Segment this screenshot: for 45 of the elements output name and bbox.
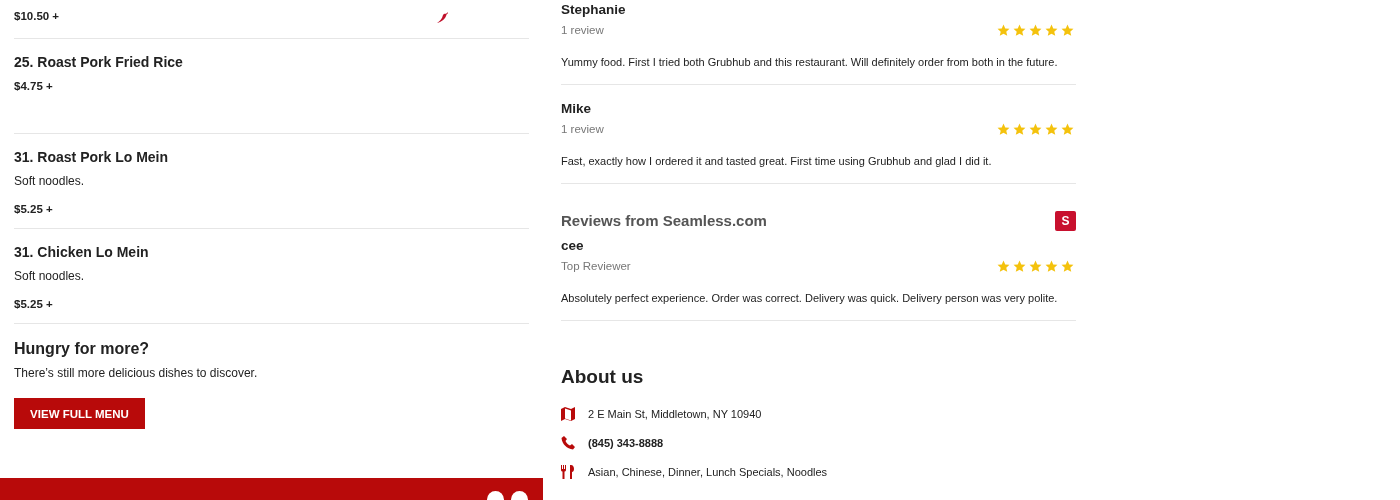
star-icon <box>997 23 1010 37</box>
reviewer-name: Mike <box>561 100 592 118</box>
phone-number[interactable]: (845) 343-8888 <box>588 437 664 449</box>
item-price: $4.75 + <box>14 79 53 94</box>
review-text: Absolutely perfect experience. Order was correct. Delivery was quick. Delivery person was very polite. <box>561 291 1059 306</box>
item-name[interactable]: 31. Chicken Lo Mein <box>14 242 529 262</box>
item-description: Soft noodles. <box>14 268 86 285</box>
star-icon <box>1013 23 1026 37</box>
star-icon <box>1029 122 1042 136</box>
star-icon <box>1045 259 1058 273</box>
seamless-logo: S <box>1055 211 1076 231</box>
map-icon <box>561 407 575 421</box>
star-icon <box>997 122 1010 136</box>
item-price: $5.25 + <box>14 297 53 312</box>
star-icon <box>1045 122 1058 136</box>
reviewer-name: Stephanie <box>561 1 627 19</box>
star-icon <box>997 259 1010 273</box>
item-name[interactable]: 31. Roast Pork Lo Mein <box>14 147 529 167</box>
star-icon <box>1061 23 1074 37</box>
fork-knife-icon <box>561 465 575 479</box>
item-name[interactable]: 25. Roast Pork Fried Rice <box>14 52 529 72</box>
item-description: Soft noodles. <box>14 173 86 190</box>
star-icon <box>1013 259 1026 273</box>
star-icon <box>1061 259 1074 273</box>
review-text: Fast, exactly how I ordered it and tasted great. First time using Grubhub and glad I did it. <box>561 154 993 169</box>
view-menu-button[interactable]: VIEW FULL MENU <box>14 398 145 429</box>
section-heading: Reviews from Seamless.com <box>561 211 767 231</box>
reviewer-name: cee <box>561 237 585 255</box>
star-icon <box>1013 122 1026 136</box>
section-heading: Hungry for more? <box>14 339 150 359</box>
item-price: $10.50 + <box>14 9 60 24</box>
section-heading: About us <box>561 365 644 389</box>
star-icon <box>1029 23 1042 37</box>
section-text: There’s still more delicious dishes to discover. <box>14 365 259 382</box>
address-text: 2 E Main St, Middletown, NY 10940 <box>588 408 762 420</box>
reviewer-info: 1 review <box>561 123 604 135</box>
star-icon <box>1061 122 1074 136</box>
reviewer-info: 1 review <box>561 24 604 36</box>
star-icon <box>1029 259 1042 273</box>
item-price: $5.25 + <box>14 202 53 217</box>
star-icon <box>1045 23 1058 37</box>
phone-icon <box>561 436 575 450</box>
cuisine-text: Asian, Chinese, Dinner, Lunch Specials, Noodles <box>588 466 828 478</box>
review-text: Yummy food. First I tried both Grubhub and this restaurant. Will definitely order from both in the future. <box>561 55 1059 70</box>
reviewer-info: Top Reviewer <box>561 260 631 272</box>
